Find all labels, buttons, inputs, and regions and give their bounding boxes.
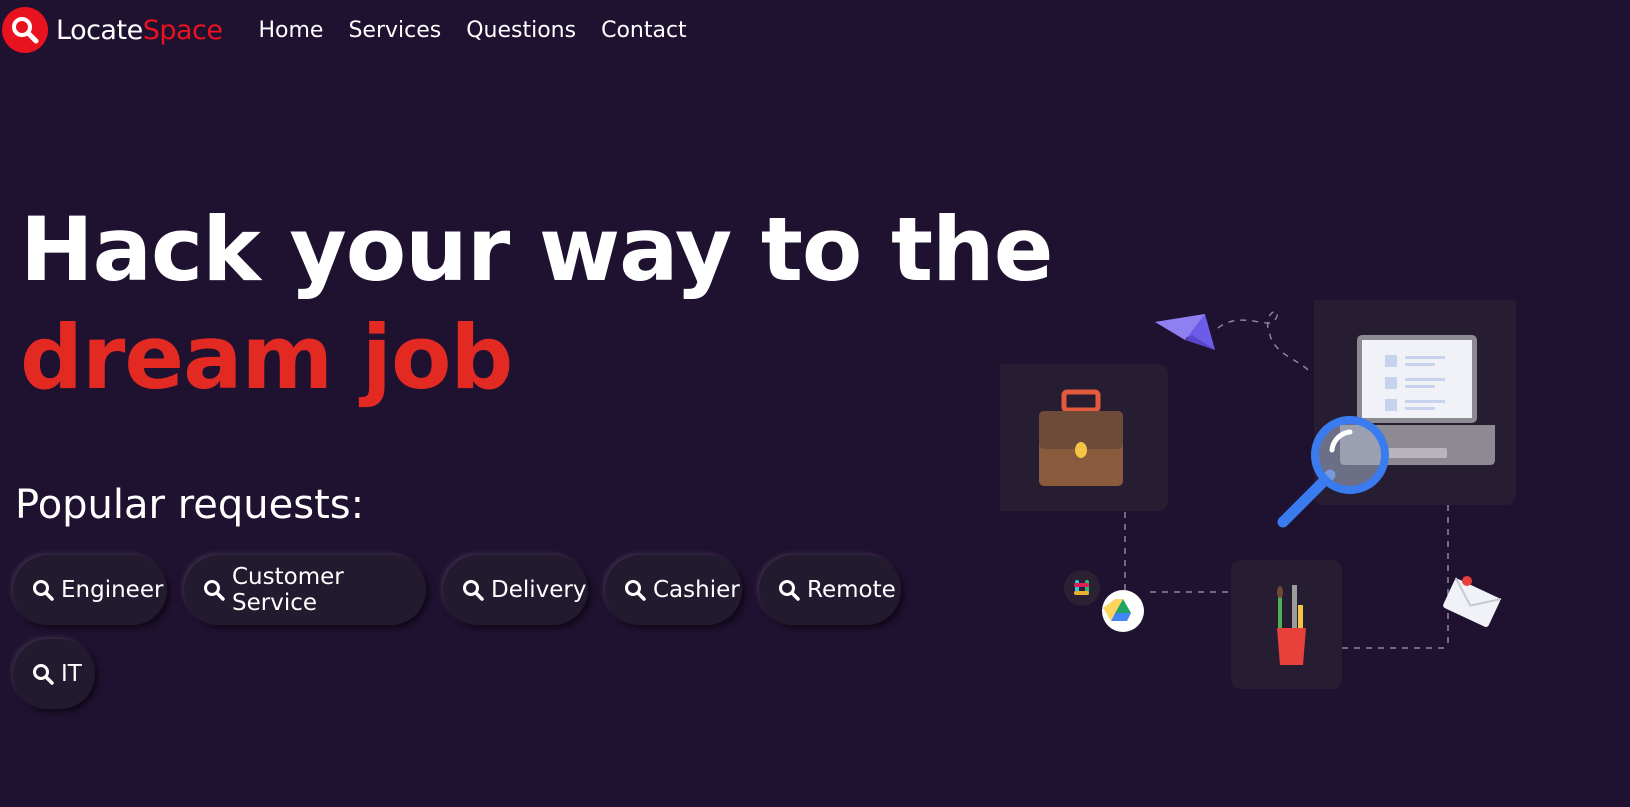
search-icon (779, 580, 800, 601)
search-icon (33, 664, 54, 685)
nav-contact[interactable]: Contact (601, 18, 687, 43)
chip-customer-service[interactable]: Customer Service (184, 555, 426, 625)
search-icon (625, 580, 646, 601)
search-icon (33, 580, 54, 601)
nav-menu: Home Services Questions Contact (258, 18, 711, 43)
chip-cashier[interactable]: Cashier (605, 555, 742, 625)
brand-name-part1: Locate (56, 14, 143, 46)
popular-requests-heading: Popular requests: (15, 482, 365, 528)
brand-name-part2: Space (142, 14, 223, 46)
magnifier-icon (1277, 416, 1389, 528)
brand-name: LocateSpace (56, 14, 223, 46)
search-icon (463, 580, 484, 601)
nav-services[interactable]: Services (348, 18, 441, 43)
chip-it[interactable]: IT (13, 639, 95, 709)
search-icon (204, 580, 225, 601)
brand-logo[interactable]: LocateSpace (2, 7, 223, 53)
slack-icon (1064, 570, 1100, 606)
paper-plane-icon (1155, 314, 1215, 350)
landing-page: LocateSpace Home Services Questions Cont… (0, 0, 1630, 807)
chip-delivery[interactable]: Delivery (443, 555, 588, 625)
chip-label: Remote (807, 577, 896, 603)
chip-remote[interactable]: Remote (759, 555, 901, 625)
chip-label: Customer Service (232, 564, 344, 616)
nav-questions[interactable]: Questions (466, 18, 576, 43)
top-navbar: LocateSpace Home Services Questions Cont… (0, 0, 1630, 60)
chip-engineer[interactable]: Engineer (13, 555, 167, 625)
chip-label: Delivery (491, 577, 587, 603)
google-drive-icon (1102, 590, 1144, 632)
hero-illustration (988, 294, 1600, 730)
chip-label: IT (61, 661, 82, 687)
chip-label: Cashier (653, 577, 740, 603)
pencil-cup-card (1231, 560, 1342, 689)
hero-title-line1: Hack your way to the (20, 198, 1053, 301)
hero-title-line2: dream job (20, 306, 513, 409)
nav-home[interactable]: Home (258, 18, 323, 43)
logo-search-icon (2, 7, 48, 53)
chip-label: Engineer (61, 577, 164, 603)
envelope-icon (1443, 576, 1502, 627)
illustration-canvas (988, 294, 1516, 689)
